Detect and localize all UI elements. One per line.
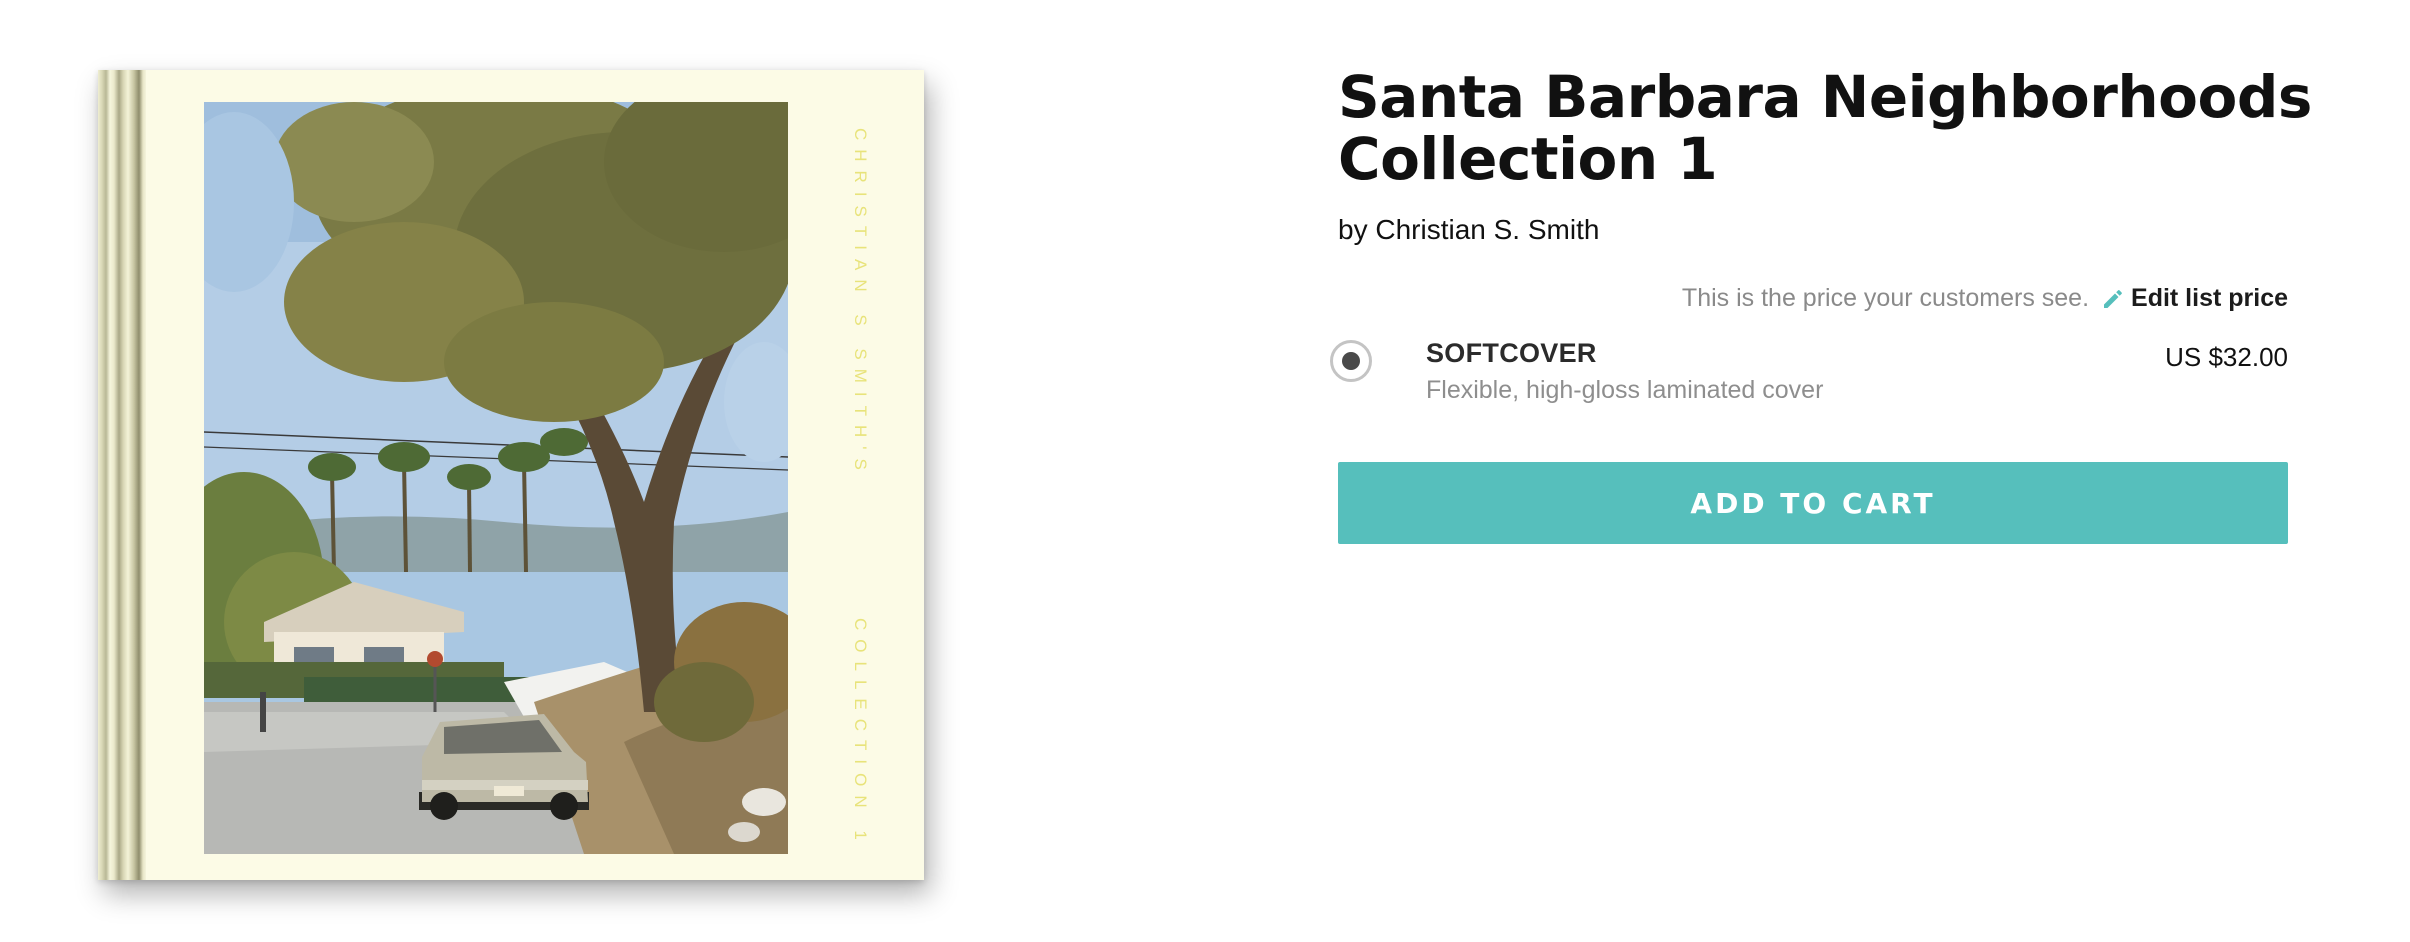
book-spine: [98, 70, 146, 880]
radio-selected-dot: [1342, 352, 1360, 370]
cover-author-text: CHRISTIAN S SMITH'S: [851, 128, 870, 479]
book-cover: CHRISTIAN S SMITH'S COLLECTION 1: [98, 70, 924, 880]
format-option-name: SOFTCOVER: [1426, 338, 1597, 368]
product-byline: by Christian S. Smith: [1338, 214, 1600, 245]
cover-collection-text: COLLECTION 1: [851, 618, 870, 849]
cover-photo-image: [204, 102, 788, 854]
format-option-price: US $32.00: [2165, 342, 2288, 372]
format-option-softcover[interactable]: SOFTCOVER Flexible, high-gloss laminated…: [1330, 336, 2288, 416]
add-to-cart-button[interactable]: ADD TO CART: [1338, 462, 2288, 544]
edit-list-price-link[interactable]: Edit list price: [2101, 284, 2288, 313]
price-note: This is the price your customers see. Ed…: [1682, 284, 2288, 313]
cover-photo: [204, 102, 788, 854]
product-title: Santa Barbara Neighborhoods Collection 1: [1338, 63, 2312, 193]
format-radio[interactable]: [1330, 340, 1372, 382]
pencil-icon: [2104, 289, 2122, 308]
format-option-description: Flexible, high-gloss laminated cover: [1426, 376, 1824, 404]
price-note-text: This is the price your customers see.: [1681, 284, 2090, 312]
edit-list-price-label: Edit list price: [2131, 284, 2288, 312]
